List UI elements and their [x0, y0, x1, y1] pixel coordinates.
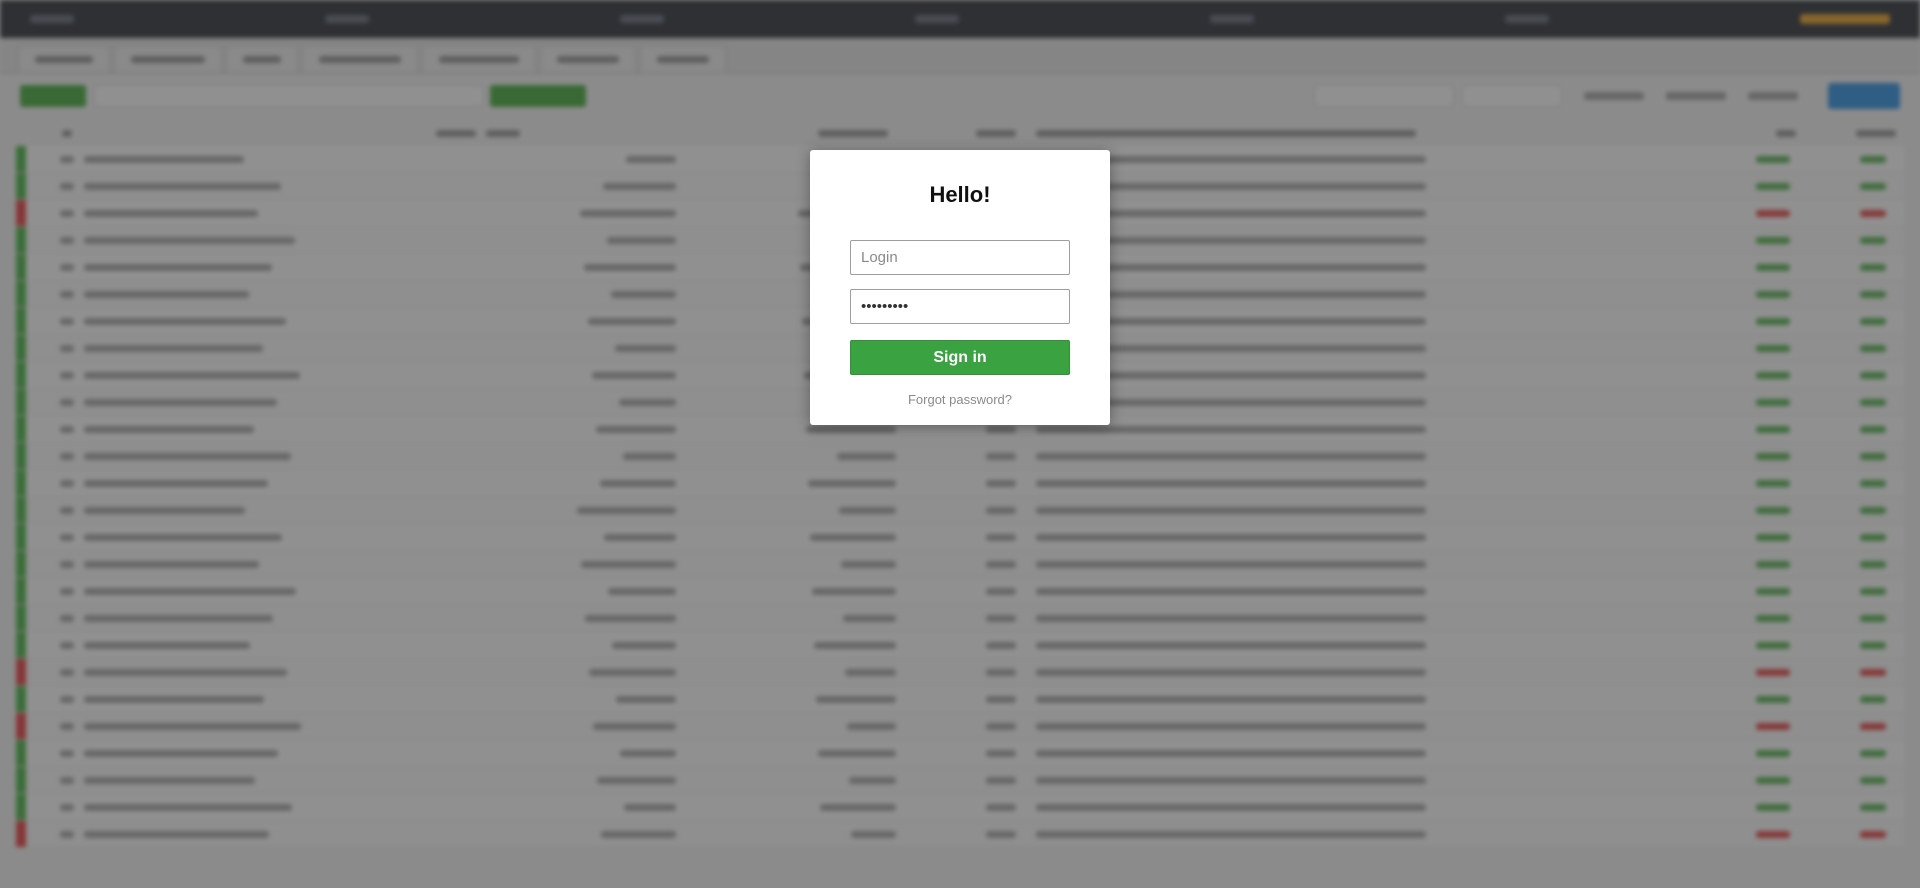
sign-in-button[interactable]: Sign in	[850, 340, 1070, 375]
password-field[interactable]	[850, 289, 1070, 324]
modal-title: Hello!	[929, 182, 991, 207]
login-field[interactable]	[850, 240, 1070, 275]
login-modal: Hello! Sign in Forgot password?	[810, 150, 1110, 425]
modal-overlay	[0, 0, 1920, 888]
forgot-password-link[interactable]: Forgot password?	[810, 392, 1110, 407]
